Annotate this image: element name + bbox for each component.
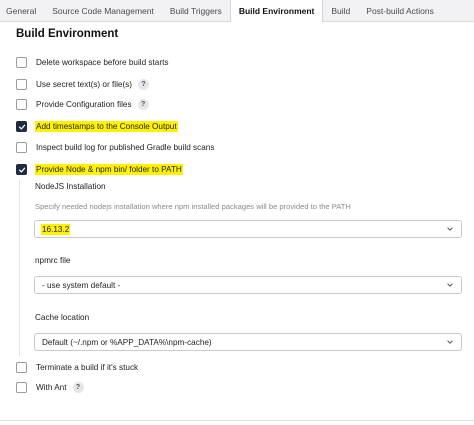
- nodejs-installation-select[interactable]: 16.13.2: [34, 220, 462, 238]
- with-ant-checkbox[interactable]: [16, 382, 27, 393]
- npmrc-select[interactable]: - use system default -: [34, 276, 462, 294]
- gradle-scans-checkbox[interactable]: [16, 142, 27, 153]
- tab-post-build-actions[interactable]: Post-build Actions: [358, 0, 442, 21]
- config-files-checkbox[interactable]: [16, 99, 27, 110]
- help-icon[interactable]: ?: [138, 79, 149, 90]
- option-label: Inspect build log for published Gradle b…: [36, 143, 215, 152]
- tab-general[interactable]: General: [0, 0, 44, 21]
- option-secret-text[interactable]: Use secret text(s) or file(s) ?: [16, 79, 149, 90]
- option-label: Use secret text(s) or file(s): [36, 80, 132, 89]
- config-tab-bar: General Source Code Management Build Tri…: [0, 0, 474, 22]
- option-label: Terminate a build if it's stuck: [36, 363, 139, 372]
- option-with-ant[interactable]: With Ant ?: [16, 382, 84, 393]
- checkmark-icon: [18, 124, 25, 130]
- option-config-files[interactable]: Provide Configuration files ?: [16, 99, 149, 110]
- timestamps-checkbox[interactable]: [16, 121, 27, 132]
- option-label: Provide Configuration files: [36, 100, 132, 109]
- chevron-down-icon: [447, 283, 453, 287]
- chevron-down-icon: [447, 340, 453, 344]
- cache-location-label: Cache location: [35, 313, 90, 322]
- section-divider: [0, 420, 474, 421]
- terminate-stuck-checkbox[interactable]: [16, 362, 27, 373]
- option-timestamps[interactable]: Add timestamps to the Console Output: [16, 121, 178, 132]
- tab-build-environment[interactable]: Build Environment: [229, 0, 324, 22]
- option-node-npm-path[interactable]: Provide Node & npm bin/ folder to PATH: [16, 164, 183, 175]
- tab-build-triggers[interactable]: Build Triggers: [162, 0, 230, 21]
- option-label: With Ant: [36, 383, 67, 392]
- secret-text-checkbox[interactable]: [16, 79, 27, 90]
- node-npm-path-checkbox[interactable]: [16, 164, 27, 175]
- option-label: Delete workspace before build starts: [36, 58, 169, 67]
- nodejs-installation-label: NodeJS Installation: [35, 182, 106, 191]
- npmrc-label: npmrc file: [35, 256, 71, 265]
- nodejs-installation-description: Specify needed nodejs installation where…: [35, 202, 351, 211]
- option-gradle-scans[interactable]: Inspect build log for published Gradle b…: [16, 142, 215, 153]
- option-label: Add timestamps to the Console Output: [35, 121, 178, 132]
- chevron-down-icon: [447, 227, 453, 231]
- option-label: Provide Node & npm bin/ folder to PATH: [35, 164, 183, 175]
- help-icon[interactable]: ?: [72, 382, 84, 393]
- npmrc-value: - use system default -: [42, 280, 121, 290]
- option-delete-workspace[interactable]: Delete workspace before build starts: [16, 57, 169, 68]
- nested-section-line: [19, 180, 20, 356]
- checkmark-icon: [18, 167, 25, 173]
- option-terminate-stuck[interactable]: Terminate a build if it's stuck: [16, 362, 139, 373]
- section-title: Build Environment: [16, 28, 119, 40]
- help-icon[interactable]: ?: [137, 99, 149, 110]
- tab-build[interactable]: Build: [323, 0, 358, 21]
- nodejs-installation-value: 16.13.2: [41, 223, 71, 235]
- delete-workspace-checkbox[interactable]: [16, 57, 27, 68]
- tab-source-code-management[interactable]: Source Code Management: [44, 0, 162, 21]
- cache-location-select[interactable]: Default (~/.npm or %APP_DATA%\npm-cache): [34, 333, 462, 351]
- cache-location-value: Default (~/.npm or %APP_DATA%\npm-cache): [42, 337, 212, 347]
